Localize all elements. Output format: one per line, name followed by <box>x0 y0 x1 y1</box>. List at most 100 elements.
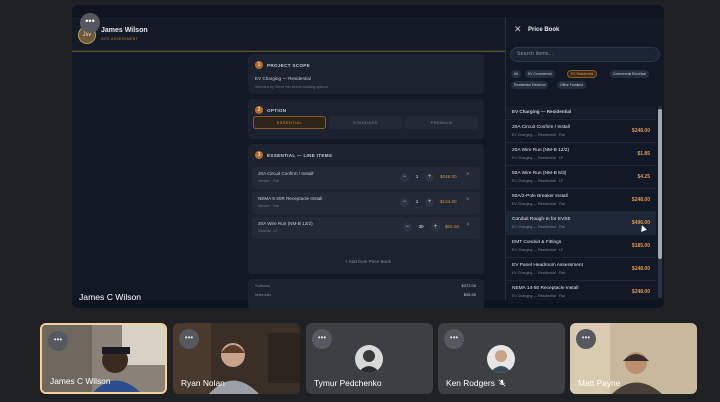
tile-menu-button[interactable]: ••• <box>80 13 100 33</box>
line-item-price: $248.00 <box>440 174 457 179</box>
participant-name: Ryan Nolan <box>181 378 225 388</box>
participant-name: Tymur Pedchenko <box>314 378 382 388</box>
item-name: Conduit Rough-In for EVSE <box>512 217 571 222</box>
tile-menu-button[interactable]: ••• <box>312 329 332 349</box>
item-name: 20A Wire Run (NM-B 12/2) <box>512 148 570 153</box>
tile-menu-button[interactable]: ••• <box>179 329 199 349</box>
search-input[interactable]: Search items... <box>510 47 660 62</box>
participant-tile-tymur[interactable]: ••• Tymur Pedchenko <box>306 323 433 394</box>
filter-chip-commercial-electrical[interactable]: Commercial Electrical <box>610 70 649 78</box>
decrement-button[interactable]: − <box>400 198 409 207</box>
item-name: EV Panel Headroom Assessment <box>512 263 583 268</box>
participant-tile-matt[interactable]: ••• Matt Payne <box>570 323 697 394</box>
section-title: PROJECT SCOPE <box>267 63 310 68</box>
filter-chip-all[interactable]: All <box>511 70 521 78</box>
line-items-card: 3 ESSENTIAL — LINE ITEMS 20A Circuit Con… <box>248 144 484 274</box>
price-book-item[interactable]: NEMA 14-50 Receptacle Install EV Chargin… <box>506 280 656 300</box>
increment-button[interactable]: + <box>425 198 434 207</box>
meeting-stage: JW James Wilson SITE ASSESSMENT 1 PROJEC… <box>0 0 720 402</box>
filter-chip-ev-commercial[interactable]: EV Commercial <box>525 70 555 78</box>
scope-value[interactable]: EV Charging — Residential <box>255 76 311 81</box>
presentation-tile: JW James Wilson SITE ASSESSMENT 1 PROJEC… <box>72 5 664 308</box>
filter-chip-office-furniture[interactable]: Office Furniture <box>557 81 587 89</box>
item-sub: EV Charging — Residential · LF <box>512 248 564 252</box>
section-title: OPTION <box>267 108 287 113</box>
item-sub: EV Charging — Residential · Flat <box>512 225 565 229</box>
close-icon[interactable]: ✕ <box>514 24 522 35</box>
item-name: EMT Conduit & Fittings <box>512 240 562 245</box>
item-sub: EV Charging — Residential · Flat <box>512 202 565 206</box>
option-card: 2 OPTION ESSENTIAL STANDARD PREMIUM <box>248 99 484 139</box>
price-book-title: Price Book <box>528 27 560 33</box>
item-sub: EV Charging — Residential · LF <box>512 179 564 183</box>
materials-value: $55.50 <box>463 292 476 297</box>
add-from-price-book-link[interactable]: + Add from Price Book <box>308 259 428 264</box>
line-item-sub: Material · LF <box>258 229 278 233</box>
price-book-item[interactable]: 50A Wire Run (NM-B 6/3) EV Charging — Re… <box>506 165 656 188</box>
item-name: NEMA 14-50 Receptacle Install <box>512 286 579 291</box>
project-scope-card: 1 PROJECT SCOPE EV Charging — Residentia… <box>248 54 484 94</box>
subtotal-label: Subtotal <box>255 283 270 288</box>
decrement-button[interactable]: − <box>400 173 409 182</box>
participant-tile-james[interactable]: ••• James C Wilson <box>40 323 167 394</box>
remove-icon[interactable]: × <box>466 172 470 178</box>
item-sub: EV Charging — Residential · Flat <box>512 294 565 298</box>
price-book-item[interactable]: 50A/2-Pole Breaker Install EV Charging —… <box>506 188 656 211</box>
line-item: 20A Wire Run (NM-B 12/2) Material · LF −… <box>252 217 480 239</box>
price-book-item[interactable]: EMT Conduit & Fittings EV Charging — Res… <box>506 234 656 257</box>
line-item-name: NEMA 5-20R Receptacle Install <box>258 196 323 201</box>
page-subtitle: SITE ASSESSMENT <box>101 37 138 41</box>
increment-button[interactable]: + <box>431 223 440 232</box>
price-book-item[interactable]: Conduit Rough-In for EVSE EV Charging — … <box>506 211 656 234</box>
decrement-button[interactable]: − <box>403 223 412 232</box>
increment-button[interactable]: + <box>425 173 434 182</box>
item-price: $248.00 <box>631 128 650 134</box>
avatar <box>355 345 383 373</box>
app-header: JW James Wilson SITE ASSESSMENT <box>72 17 505 52</box>
line-item-sub: Service · Flat <box>258 204 279 208</box>
filter-chip-ev-residential[interactable]: EV Residential <box>567 70 598 78</box>
item-name: 20A Circuit Confirm / Install <box>512 125 570 130</box>
price-book-panel: ✕ Price Book Search items... All EV Comm… <box>505 17 664 300</box>
mic-off-icon <box>498 379 506 387</box>
group-title: EV Charging — Residential <box>512 109 572 114</box>
line-item-price: $124.00 <box>440 199 457 204</box>
quantity-value[interactable]: 30 <box>415 224 427 229</box>
remove-icon[interactable]: × <box>466 197 470 203</box>
item-price: $248.00 <box>631 266 650 272</box>
section-title: ESSENTIAL — LINE ITEMS <box>267 153 333 158</box>
line-item-name: 20A Circuit Confirm / Install <box>258 171 314 176</box>
tile-menu-button[interactable]: ••• <box>576 329 596 349</box>
price-book-item[interactable]: EV Panel Headroom Assessment EV Charging… <box>506 257 656 280</box>
quantity-value[interactable]: 1 <box>411 199 423 204</box>
price-book-item[interactable]: 20A Wire Run (NM-B 12/2) EV Charging — R… <box>506 142 656 165</box>
tier-essential-button[interactable]: ESSENTIAL <box>253 116 326 129</box>
tile-menu-button[interactable]: ••• <box>48 331 68 351</box>
participant-tile-ken[interactable]: ••• Ken Rodgers <box>438 323 565 394</box>
tile-menu-button[interactable]: ••• <box>444 329 464 349</box>
tier-standard-button[interactable]: STANDARD <box>329 116 402 129</box>
quantity-value[interactable]: 1 <box>411 174 423 179</box>
scrollbar-thumb[interactable] <box>658 109 662 259</box>
filter-chip-residential-electrical[interactable]: Residential Electrical <box>511 81 549 89</box>
item-name: 50A Wire Run (NM-B 6/3) <box>512 171 567 176</box>
section-number: 3 <box>255 151 263 159</box>
totals-card: Subtotal $372.00 Materials $55.50 <box>248 279 484 308</box>
tier-premium-button[interactable]: PREMIUM <box>405 116 478 129</box>
scope-hint: Selected by Client info before building … <box>255 85 328 89</box>
participant-name: Matt Payne <box>578 378 621 388</box>
participant-tile-ryan[interactable]: ••• Ryan Nolan <box>173 323 300 394</box>
participant-name: Ken Rodgers <box>446 378 495 388</box>
remove-icon[interactable]: × <box>466 222 470 228</box>
line-item-sub: Service · Flat <box>258 179 279 183</box>
price-book-item[interactable]: 20A Circuit Confirm / Install EV Chargin… <box>506 119 656 142</box>
avatar <box>487 345 515 373</box>
line-item-price: $55.50 <box>445 224 460 229</box>
item-sub: EV Charging — Residential · LF <box>512 156 564 160</box>
item-price: $4.25 <box>637 174 650 180</box>
line-item-name: 20A Wire Run (NM-B 12/2) <box>258 221 313 226</box>
line-item: NEMA 5-20R Receptacle Install Service · … <box>252 192 480 214</box>
item-price: $248.00 <box>631 289 650 295</box>
user-name: James Wilson <box>101 27 148 34</box>
price-book-group-header[interactable]: EV Charging — Residential <box>506 106 656 118</box>
